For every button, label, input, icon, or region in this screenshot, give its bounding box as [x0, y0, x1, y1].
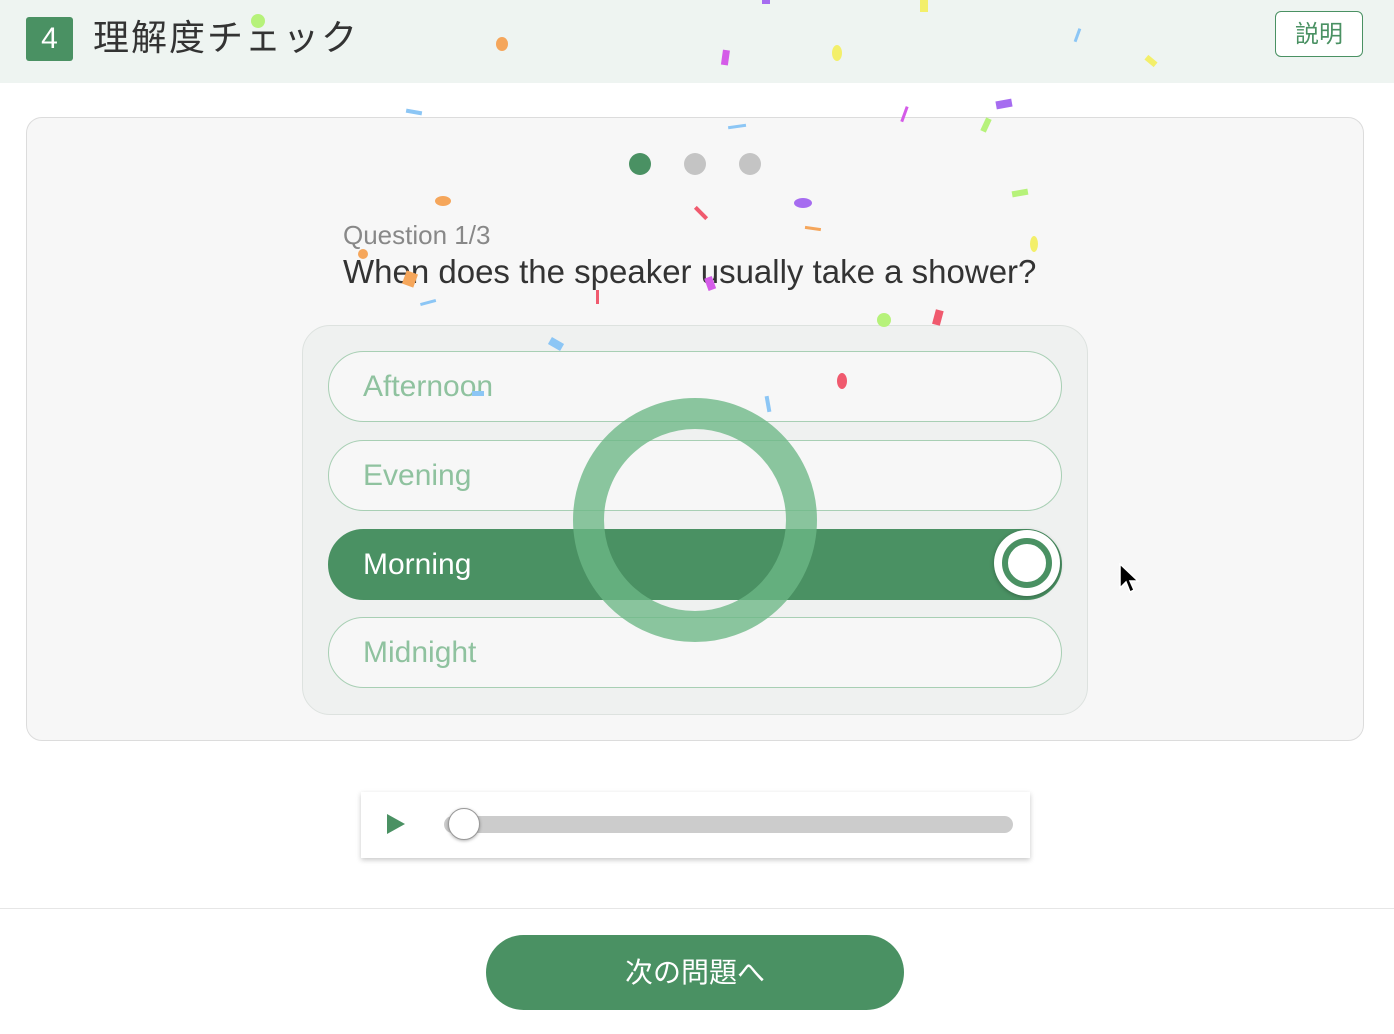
pagination-dot-2[interactable] [684, 153, 706, 175]
audio-progress-track[interactable] [444, 816, 1013, 833]
option-morning[interactable]: Morning [328, 529, 1062, 600]
step-number-badge: 4 [26, 17, 73, 61]
selected-radio-icon[interactable] [994, 530, 1060, 596]
mouse-cursor-icon [1119, 563, 1140, 594]
question-text: When does the speaker usually take a sho… [343, 253, 1037, 290]
page-title: 理解度チェック [93, 17, 360, 58]
option-afternoon[interactable]: Afternoon [328, 351, 1062, 422]
pagination-dot-3[interactable] [739, 153, 761, 175]
option-evening[interactable]: Evening [328, 440, 1062, 511]
next-question-button[interactable]: 次の問題へ [486, 935, 904, 1010]
question-number: Question 1/3 [343, 220, 491, 250]
header-bar: 4 理解度チェック 説明 [0, 0, 1394, 83]
audio-progress-thumb[interactable] [448, 808, 480, 840]
pagination-dot-1[interactable] [629, 153, 651, 175]
option-midnight[interactable]: Midnight [328, 617, 1062, 688]
explain-button[interactable]: 説明 [1275, 11, 1363, 57]
footer-divider [0, 908, 1394, 909]
play-icon[interactable] [387, 814, 405, 834]
